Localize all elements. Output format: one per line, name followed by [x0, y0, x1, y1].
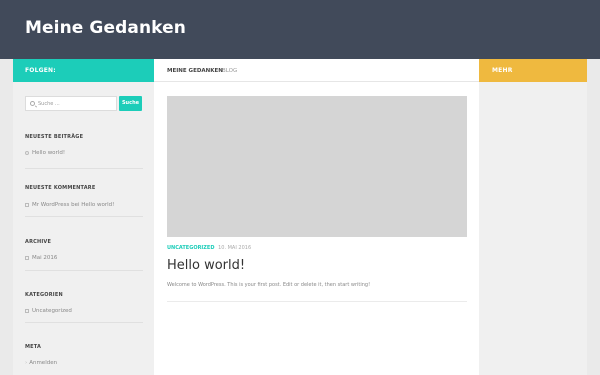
widget-divider: [25, 168, 143, 169]
widget-title-meta: META: [25, 344, 42, 350]
widget-divider: [25, 322, 143, 323]
content-area: UNCATEGORIZED 10. MAI 2016 Hello world! …: [154, 82, 479, 375]
clock-icon: [25, 150, 29, 155]
search-input[interactable]: Suche ...: [25, 96, 117, 111]
recent-comment-item: Mr WordPress bei Hello world!: [25, 202, 114, 208]
category-item[interactable]: Uncategorized: [25, 308, 72, 314]
search-placeholder: Suche ...: [38, 101, 60, 107]
site-title[interactable]: Meine Gedanken: [25, 18, 186, 38]
more-label: MEHR: [492, 67, 513, 74]
post-title[interactable]: Hello world!: [167, 258, 245, 273]
archive-link[interactable]: Mai 2016: [32, 255, 57, 261]
meta-item[interactable]: › Anmelden: [25, 360, 57, 366]
post-thumbnail[interactable]: [167, 96, 467, 237]
post-divider: [167, 301, 467, 302]
right-sidebar: [479, 82, 587, 375]
widget-title-recent-comments: NEUESTE KOMMENTARE: [25, 185, 96, 191]
archive-item[interactable]: Mai 2016: [25, 255, 57, 261]
widget-divider: [25, 270, 143, 271]
comment-connector: bei: [71, 202, 80, 208]
site-header: Meine Gedanken: [0, 0, 600, 59]
breadcrumb-site: MEINE GEDANKEN: [167, 68, 223, 74]
left-sidebar: Suche ... Suche NEUESTE BEITRÄGE Hello w…: [13, 82, 154, 375]
widget-title-archive: ARCHIVE: [25, 239, 52, 245]
follow-label: FOLGEN:: [25, 67, 56, 74]
chevron-right-icon: ›: [25, 360, 28, 366]
widget-title-categories: KATEGORIEN: [25, 292, 63, 298]
folder-icon: [25, 308, 29, 313]
follow-bar: FOLGEN:: [13, 59, 154, 82]
widget-divider: [25, 216, 143, 217]
search-icon: [30, 101, 35, 106]
comment-author-link[interactable]: Mr WordPress: [32, 202, 69, 208]
meta-login-link[interactable]: Anmelden: [29, 360, 57, 366]
post-date: 10. MAI 2016: [218, 245, 252, 251]
post-meta: UNCATEGORIZED 10. MAI 2016: [167, 245, 251, 251]
category-link[interactable]: Uncategorized: [32, 308, 72, 314]
recent-post-link[interactable]: Hello world!: [32, 150, 65, 156]
calendar-icon: [25, 255, 29, 260]
recent-post-item[interactable]: Hello world!: [25, 150, 65, 156]
more-bar: MEHR: [479, 59, 587, 82]
content-header: MEINE GEDANKEN BLOG: [154, 59, 479, 82]
comment-post-link[interactable]: Hello world!: [81, 202, 114, 208]
breadcrumb-blog: BLOG: [222, 68, 238, 74]
comment-icon: [25, 202, 29, 207]
search-button[interactable]: Suche: [119, 96, 142, 111]
widget-title-recent-posts: NEUESTE BEITRÄGE: [25, 134, 84, 140]
post-excerpt: Welcome to WordPress. This is your first…: [167, 282, 371, 288]
post-category-link[interactable]: UNCATEGORIZED: [167, 245, 214, 251]
